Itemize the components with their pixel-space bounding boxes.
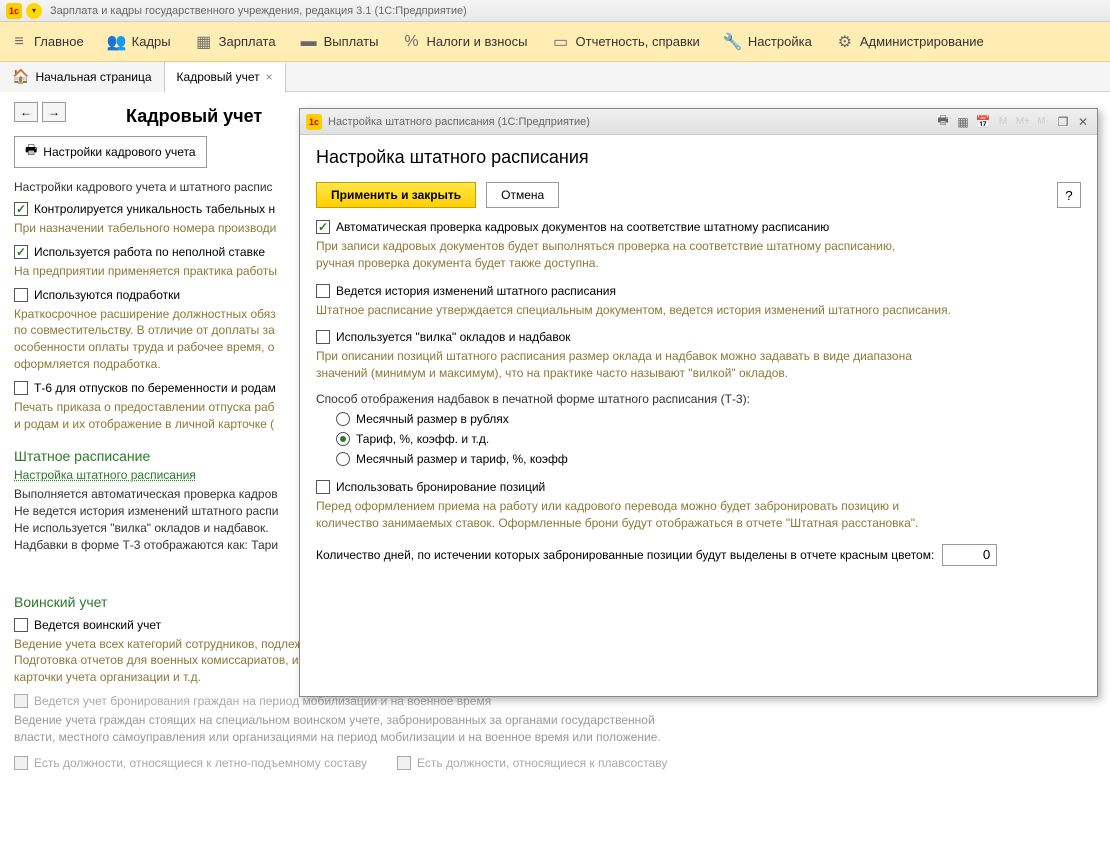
dialog-cb-vilka[interactable]	[316, 330, 330, 344]
dialog-olive4: Перед оформлением приема на работу или к…	[316, 498, 1081, 532]
bars-icon: ▬	[300, 33, 318, 51]
checkbox-t6[interactable]	[14, 381, 28, 395]
calendar-icon[interactable]: 📅	[975, 114, 991, 130]
dialog-olive1: При записи кадровых документов будет вып…	[316, 238, 1081, 272]
app-dropdown-icon[interactable]: ▾	[26, 3, 42, 19]
m-plus-icon: M+	[1015, 114, 1031, 130]
menu-nastroika[interactable]: 🔧Настройка	[724, 33, 812, 51]
menu-zarplata[interactable]: ▦Зарплата	[195, 33, 276, 51]
dialog-cb-booking[interactable]	[316, 480, 330, 494]
window-close-icon[interactable]: ✕	[1075, 114, 1091, 130]
checkbox-plav	[397, 756, 411, 770]
checkbox-broniro	[14, 694, 28, 708]
link-shtatnoe-nastroika[interactable]: Настройка штатного расписания	[14, 468, 196, 482]
dialog-title-bar: 1c Настройка штатного расписания (1С:Пре…	[300, 109, 1097, 135]
m-minus-icon: M-	[1035, 114, 1051, 130]
menu-kadry[interactable]: 👥Кадры	[108, 33, 171, 51]
menu-nalogi[interactable]: %Налоги и взносы	[402, 33, 527, 51]
radio-monthly-rub[interactable]	[336, 412, 350, 426]
checkbox-podrabotki[interactable]	[14, 288, 28, 302]
dialog-cb-history[interactable]	[316, 284, 330, 298]
gray1: Ведение учета граждан стоящих на специал…	[14, 712, 1096, 746]
menu-otchet[interactable]: ▭Отчетность, справки	[552, 33, 700, 51]
dialog-heading: Настройка штатного расписания	[316, 147, 1081, 168]
menu-admin[interactable]: ⚙Администрирование	[836, 33, 984, 51]
main-menu: ≡Главное 👥Кадры ▦Зарплата ▬Выплаты %Нало…	[0, 22, 1110, 62]
print-icon: 🖶	[25, 141, 37, 163]
settings-button[interactable]: 🖶 Настройки кадрового учета	[14, 136, 207, 168]
tab-home[interactable]: 🏠Начальная страница	[0, 62, 165, 92]
m-icon: M	[995, 114, 1011, 130]
checkbox-partial-rate[interactable]	[14, 245, 28, 259]
radio-label: Способ отображения надбавок в печатной ф…	[316, 392, 1081, 406]
dialog-title-text: Настройка штатного расписания (1С:Предпр…	[328, 116, 935, 128]
grid-icon: ▦	[195, 33, 213, 51]
apply-close-button[interactable]: Применить и закрыть	[316, 182, 476, 208]
wrench-icon: 🔧	[724, 33, 742, 51]
cancel-button[interactable]: Отмена	[486, 182, 559, 208]
tab-kadrovy-uchet[interactable]: Кадровый учет×	[165, 63, 286, 93]
doc-icon: ▭	[552, 33, 570, 51]
input-days-label: Количество дней, по истечении которых за…	[316, 548, 934, 562]
home-icon: 🏠	[12, 68, 29, 85]
menu-main[interactable]: ≡Главное	[10, 33, 84, 51]
nav-forward-button[interactable]: →	[42, 102, 66, 122]
percent-icon: %	[402, 33, 420, 51]
checkbox-letno	[14, 756, 28, 770]
app-title-bar: 1c ▾ Зарплата и кадры государственного у…	[0, 0, 1110, 22]
checkbox-voinsky[interactable]	[14, 618, 28, 632]
tabs-row: 🏠Начальная страница Кадровый учет×	[0, 62, 1110, 92]
dialog-olive3: При описании позиций штатного расписания…	[316, 348, 1081, 382]
dialog-olive2: Штатное расписание утверждается специаль…	[316, 302, 1081, 319]
close-icon[interactable]: ×	[266, 70, 273, 84]
hamburger-icon: ≡	[10, 33, 28, 51]
dialog-logo-icon: 1c	[306, 114, 322, 130]
dialog-shtatnoe: 1c Настройка штатного расписания (1С:Пре…	[299, 108, 1098, 697]
nav-back-button[interactable]: ←	[14, 102, 38, 122]
input-days[interactable]	[942, 544, 997, 566]
app-logo-icon: 1c	[6, 3, 22, 19]
menu-vyplaty[interactable]: ▬Выплаты	[300, 33, 379, 51]
calc-icon[interactable]: ▦	[955, 114, 971, 130]
print-icon[interactable]: 🖶	[935, 114, 951, 130]
app-title: Зарплата и кадры государственного учрежд…	[50, 5, 467, 17]
dialog-cb-autocheck[interactable]	[316, 220, 330, 234]
gear-icon: ⚙	[836, 33, 854, 51]
people-icon: 👥	[108, 33, 126, 51]
radio-tarif[interactable]	[336, 432, 350, 446]
radio-both[interactable]	[336, 452, 350, 466]
window-restore-icon[interactable]: ❐	[1055, 114, 1071, 130]
page-title: Кадровый учет	[126, 106, 262, 127]
checkbox-unique-tab[interactable]	[14, 202, 28, 216]
help-button[interactable]: ?	[1057, 182, 1081, 208]
